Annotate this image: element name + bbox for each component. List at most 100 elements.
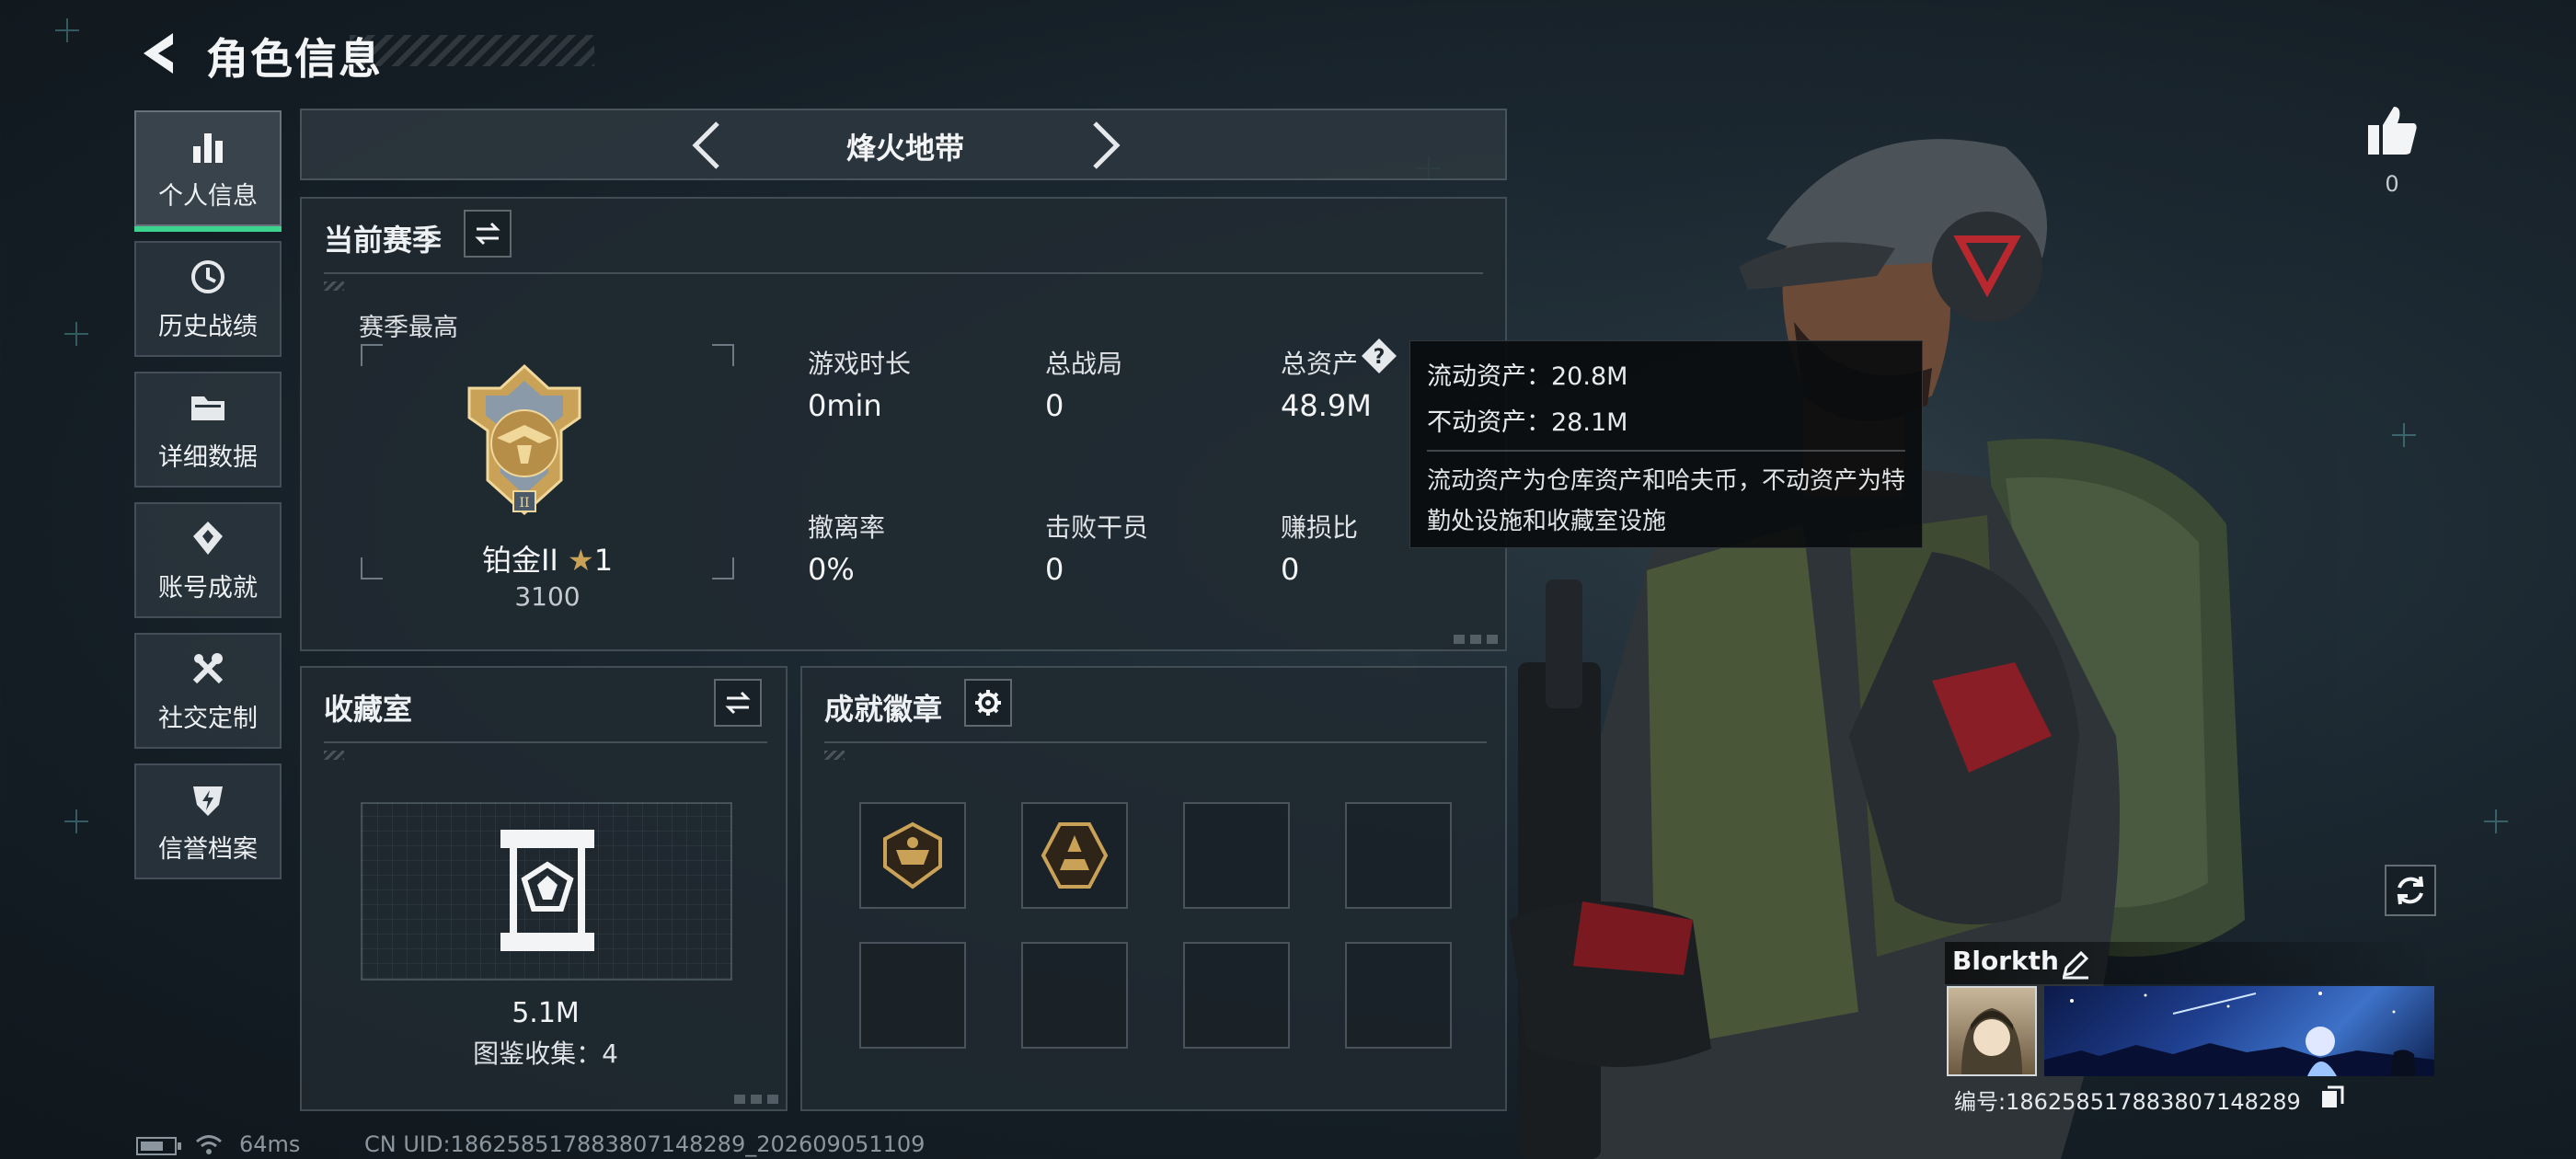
- badge-slot[interactable]: [1345, 942, 1452, 1049]
- bg-cross-decor: [2484, 809, 2508, 833]
- rank-emblem-icon: II: [460, 361, 589, 526]
- badge-slot[interactable]: [1345, 802, 1452, 909]
- battery-icon: [136, 1137, 181, 1155]
- copy-icon: [2322, 1085, 2344, 1107]
- refresh-button[interactable]: [2385, 865, 2436, 916]
- assets-tooltip: 流动资产：20.8M 不动资产：28.1M 流动资产为仓库资产和哈夫币，不动资产…: [1409, 340, 1923, 548]
- elite-badge-icon: [1041, 822, 1109, 889]
- copy-id-button[interactable]: [2318, 1084, 2346, 1111]
- badge-slot[interactable]: [1183, 942, 1290, 1049]
- bg-cross-decor: [55, 18, 79, 42]
- svg-text:II: II: [519, 496, 529, 511]
- operation-badge-icon: [883, 821, 942, 889]
- badge-slot[interactable]: [859, 942, 966, 1049]
- stat-assets-label: 总资产: [1281, 349, 1359, 379]
- stat-playtime-value: 0min: [808, 388, 882, 423]
- wifi-icon: [195, 1133, 223, 1159]
- tools-icon: [192, 652, 224, 683]
- history-clock-icon: [191, 259, 224, 293]
- decor-hatch: [824, 751, 845, 760]
- tooltip-description: 流动资产为仓库资产和哈夫币，不动资产为特勤处设施和收藏室设施: [1427, 467, 1906, 535]
- achievement-icon: [193, 521, 223, 555]
- next-mode-button[interactable]: [1075, 118, 1130, 173]
- pencil-icon: [2062, 950, 2089, 980]
- bg-cross-decor: [64, 809, 88, 833]
- rank-star-icon: ★: [568, 543, 594, 578]
- collection-value: 5.1M: [512, 997, 580, 1029]
- like-button[interactable]: [2363, 101, 2421, 160]
- tooltip-fixed-assets: 不动资产：28.1M: [1427, 408, 1628, 437]
- decor-hatch: [324, 751, 344, 760]
- back-arrow-icon: [144, 33, 173, 74]
- stat-assets-value: 48.9M: [1281, 388, 1372, 423]
- assets-help-icon[interactable]: ?: [1360, 337, 1398, 375]
- gear-icon: [975, 690, 1001, 716]
- edit-name-button[interactable]: [2059, 947, 2092, 981]
- bar-chart-icon: [193, 132, 223, 163]
- profile-card: Blorkth 编号:186258517883807148289: [1945, 942, 2436, 1117]
- svg-text:?: ?: [1374, 346, 1386, 369]
- bg-cross-decor: [64, 322, 88, 346]
- switch-season-button[interactable]: [464, 210, 512, 258]
- collection-panel: 收藏室 5.1M 图鉴收集：4: [300, 666, 788, 1111]
- sidebar-item-label: 信誉档案: [158, 834, 258, 864]
- sidebar-item-label: 个人信息: [158, 181, 258, 211]
- chevron-right-icon: [1093, 121, 1121, 169]
- stat-matches-value: 0: [1045, 388, 1064, 423]
- refresh-icon: [2397, 876, 2424, 905]
- player-banner[interactable]: [2044, 986, 2434, 1076]
- decor-hatch: [324, 281, 344, 291]
- badge-slot[interactable]: [1021, 942, 1128, 1049]
- stat-extract-rate-label: 撤离率: [808, 512, 886, 543]
- switch-collection-button[interactable]: [714, 679, 762, 727]
- sidebar-item-label: 历史战绩: [158, 312, 258, 341]
- sidebar-item-reputation[interactable]: 信誉档案: [134, 763, 282, 879]
- title-decor-stripe: [350, 35, 594, 66]
- badge-slot[interactable]: [1021, 802, 1128, 909]
- uid-text: CN UID:186258517883807148289_20260905110…: [364, 1131, 926, 1157]
- season-panel: 当前赛季 赛季最高 II 铂金II ★1 3100 游戏时长 0min 总战局 …: [300, 197, 1507, 651]
- badge-slot[interactable]: [1183, 802, 1290, 909]
- section-divider: [824, 741, 1487, 743]
- season-title: 当前赛季: [324, 223, 443, 258]
- corner-decor: [734, 1095, 780, 1104]
- player-name: Blorkth: [1952, 946, 2059, 976]
- stat-extract-rate-value: 0%: [808, 552, 855, 587]
- stat-kills-value: 0: [1045, 552, 1064, 587]
- swap-arrows-icon: [725, 691, 751, 715]
- sidebar-item-social[interactable]: 社交定制: [134, 633, 282, 749]
- rank-info: 铂金II ★1: [361, 537, 734, 580]
- player-avatar[interactable]: [1947, 986, 2037, 1076]
- sidebar-item-details[interactable]: 详细数据: [134, 372, 282, 488]
- mode-name: 烽火地带: [845, 131, 964, 166]
- tooltip-liquid-assets: 流动资产：20.8M: [1427, 362, 1628, 391]
- stat-kills-label: 击败干员: [1045, 512, 1149, 543]
- sidebar-item-label: 账号成就: [158, 573, 258, 602]
- rank-name: 铂金II: [481, 543, 558, 578]
- shield-bolt-icon: [193, 786, 223, 816]
- collection-display[interactable]: [361, 802, 732, 981]
- stat-playtime-label: 游戏时长: [808, 349, 912, 379]
- badge-slot[interactable]: [859, 802, 966, 909]
- player-id: 编号:186258517883807148289: [1954, 1089, 2301, 1115]
- collection-title: 收藏室: [324, 692, 413, 727]
- achievements-panel: 成就徽章: [800, 666, 1507, 1111]
- bg-cross-decor: [2392, 423, 2416, 447]
- like-count: 0: [2385, 171, 2399, 197]
- ping-value: 64ms: [239, 1131, 301, 1157]
- achievement-settings-button[interactable]: [964, 679, 1012, 727]
- section-divider: [324, 741, 767, 743]
- season-best-label: 赛季最高: [359, 314, 458, 342]
- rank-score: 3100: [514, 581, 581, 612]
- display-case-icon: [500, 830, 594, 951]
- thumbs-up-icon: [2368, 107, 2417, 155]
- sidebar-item-history[interactable]: 历史战绩: [134, 241, 282, 357]
- achievements-title: 成就徽章: [824, 692, 943, 727]
- section-divider: [324, 272, 1483, 274]
- back-button[interactable]: [136, 28, 180, 79]
- collection-count: 图鉴收集：4: [473, 1039, 618, 1069]
- sidebar-item-achievements[interactable]: 账号成就: [134, 502, 282, 618]
- sidebar-item-profile[interactable]: 个人信息: [134, 110, 282, 232]
- mode-selector-bar: 烽火地带: [300, 109, 1507, 180]
- folder-icon: [191, 396, 224, 420]
